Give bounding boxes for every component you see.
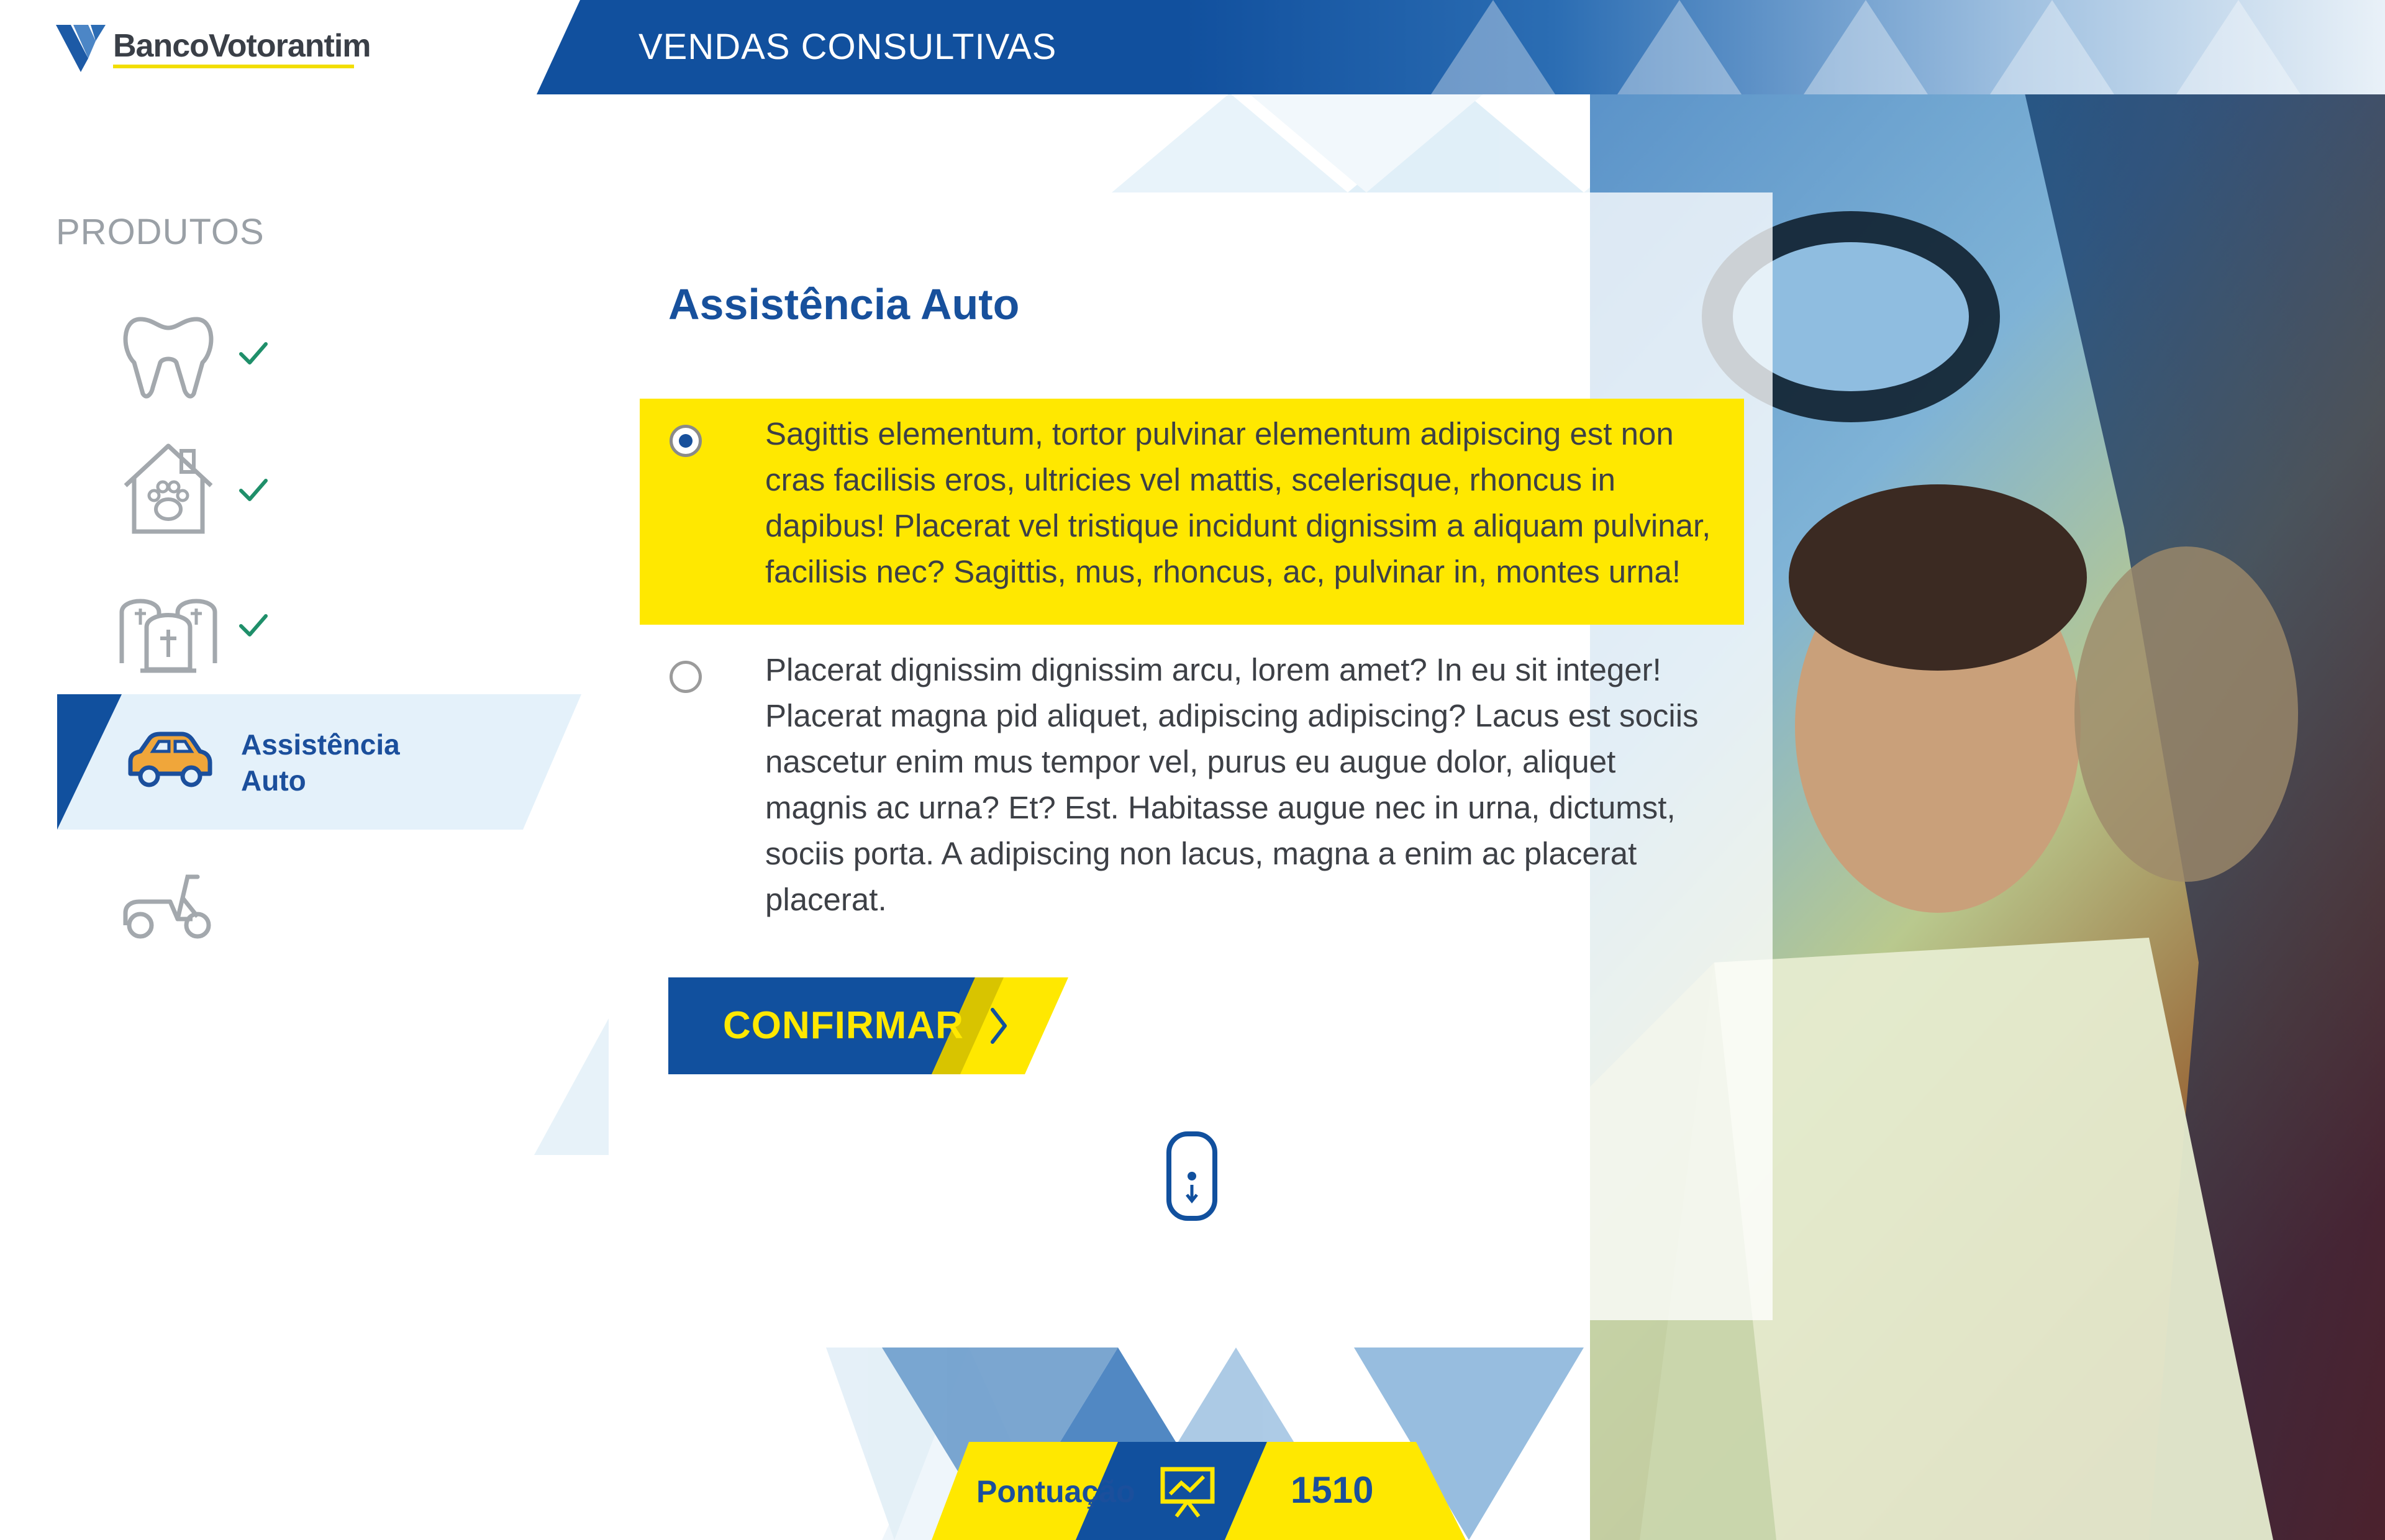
answer-option-text: Sagittis elementum, tortor pulvinar elem… [765, 416, 1711, 589]
brand-underline [113, 65, 354, 68]
answer-option-text: Placerat dignissim dignissim arcu, lorem… [765, 652, 1699, 917]
radio-button[interactable] [670, 661, 702, 693]
sidebar-item-label-line: Assistência [241, 728, 400, 761]
scooter-icon[interactable] [118, 852, 217, 951]
confirm-button-label: CONFIRMAR [723, 1004, 964, 1047]
app-title: VENDAS CONSULTIVAS [638, 27, 1057, 67]
brand-name: BancoVotorantim [113, 28, 371, 64]
tooth-icon[interactable] [116, 301, 221, 406]
check-icon [239, 479, 268, 501]
score-value: 1510 [1291, 1469, 1374, 1511]
chevron-right-icon [991, 1008, 1007, 1044]
sidebar-section-label: PRODUTOS [56, 212, 265, 252]
sidebar-item-label-line: Auto [241, 764, 306, 797]
radio-button-selected[interactable] [670, 425, 702, 457]
tombstones-icon[interactable] [116, 576, 221, 682]
presentation-chart-icon [1160, 1467, 1215, 1518]
answer-option-2[interactable]: Placerat dignissim dignissim arcu, lorem… [640, 635, 1744, 917]
score-label: Pontuação [976, 1474, 1135, 1509]
sidebar-item-label: Assistência Auto [241, 727, 400, 799]
question-title: Assistência Auto [668, 280, 1020, 328]
car-icon[interactable] [122, 714, 215, 807]
check-icon [239, 342, 268, 365]
scroll-down-icon[interactable] [1165, 1130, 1219, 1222]
pet-house-icon[interactable] [116, 437, 221, 543]
check-icon [239, 614, 268, 636]
answer-option-1[interactable]: Sagittis elementum, tortor pulvinar elem… [640, 399, 1744, 625]
